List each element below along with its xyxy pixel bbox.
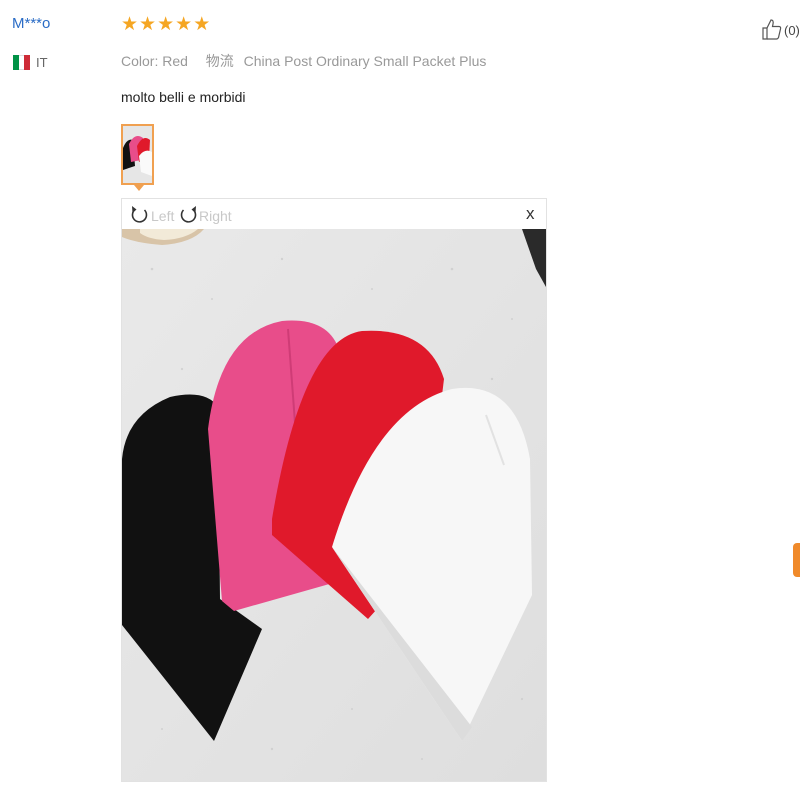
star-icon: ★ [157,14,175,35]
star-icon: ★ [139,14,157,35]
italy-flag-icon [13,55,31,70]
helpful-count: (0) [784,23,800,38]
review-text: molto belli e morbidi [121,89,246,105]
color-label: Color: [121,53,159,69]
close-viewer-button[interactable]: x [526,205,535,222]
thumbnail-pointer [134,185,144,191]
review-photo-thumbnail[interactable] [121,124,154,185]
country-code: IT [36,55,48,70]
rotate-right-button[interactable]: Right [178,203,232,228]
order-info: Color: Red 物流 China Post Ordinary Small … [121,51,486,71]
helpful-button[interactable]: (0) [762,18,800,43]
rotate-left-label: Left [151,207,175,224]
reviewer-name: M***o [12,15,51,32]
feedback-side-tab[interactable] [793,543,800,577]
review-photo [122,229,546,781]
shipping-value: China Post Ordinary Small Packet Plus [243,53,487,69]
viewer-toolbar: Left Right x [122,199,546,229]
shipping-label: 物流 [205,53,234,69]
star-icon: ★ [121,14,139,35]
rotate-right-label: Right [199,207,232,224]
rotate-left-icon [130,203,150,228]
reviewer-country: IT [13,55,48,70]
color-value: Red [162,53,188,69]
star-icon: ★ [175,14,193,35]
rotate-right-icon [178,203,198,228]
star-icon: ★ [193,14,211,35]
rotate-left-button[interactable]: Left [130,203,174,228]
photo-viewer: Left Right x [121,198,547,782]
rating-stars: ★ ★ ★ ★ ★ [121,15,210,34]
thumbs-up-icon [762,18,782,43]
